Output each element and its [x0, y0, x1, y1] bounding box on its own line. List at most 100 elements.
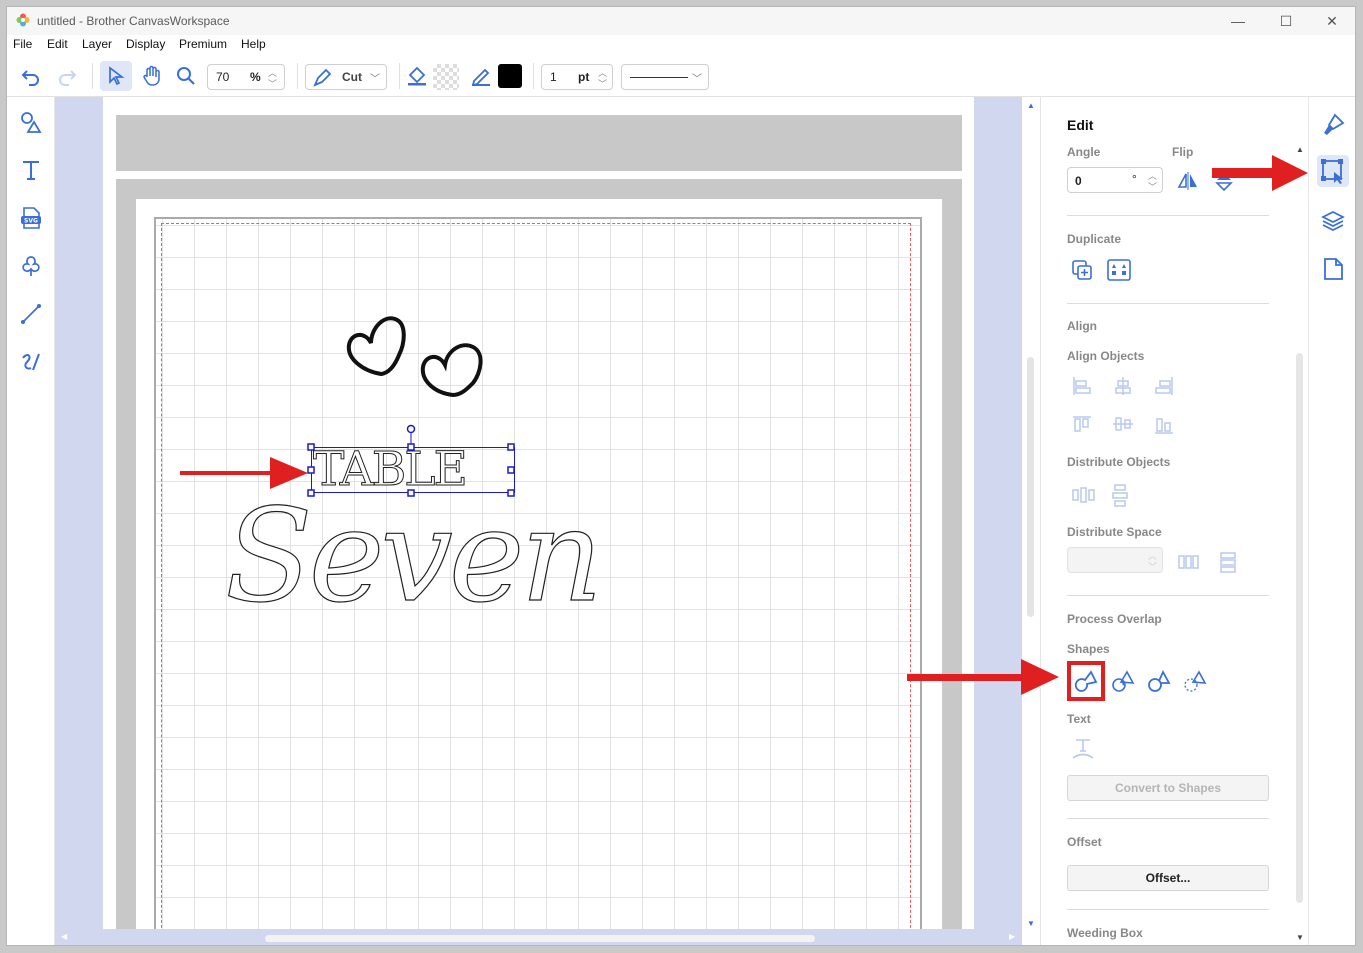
maximize-button[interactable]: ☐ — [1266, 10, 1306, 32]
duplicate-button[interactable] — [1071, 259, 1093, 286]
pen-icon — [471, 68, 490, 87]
line-color-tool-button[interactable] — [469, 64, 493, 88]
fill-tool-button[interactable] — [405, 64, 429, 88]
distribute-objects-buttons[interactable] — [1071, 483, 1141, 507]
distribute-space-label: Distribute Space — [1067, 525, 1162, 539]
page-icon — [1324, 258, 1343, 280]
exclude-icon — [1112, 670, 1135, 692]
intersect-button[interactable] — [1183, 669, 1207, 698]
scroll-right-icon[interactable]: ▶ — [1009, 932, 1015, 941]
cut-mode-select[interactable]: Cut ﹀ — [305, 64, 387, 90]
svg-import-button[interactable]: SVG — [18, 205, 44, 231]
minimize-button[interactable]: — — [1218, 10, 1258, 32]
line-style-select[interactable]: ﹀ — [621, 64, 709, 90]
pattern-tool-button[interactable] — [18, 253, 44, 279]
mat-header-strip — [116, 115, 962, 171]
flip-horizontal-button[interactable] — [1177, 171, 1199, 196]
svg-import-icon: SVG — [21, 207, 41, 229]
text-label: Text — [1067, 712, 1091, 726]
menu-edit[interactable]: Edit — [47, 37, 68, 51]
zoom-tool-button[interactable] — [173, 63, 199, 89]
convert-to-shapes-button[interactable]: Convert to Shapes — [1067, 775, 1269, 801]
undo-button[interactable] — [19, 65, 43, 89]
chevron-down-icon: ﹀ — [692, 74, 702, 85]
subtract-button[interactable] — [1147, 669, 1171, 698]
zoom-input[interactable]: 70 % ︿ ﹀ — [207, 64, 285, 90]
offset-button[interactable]: Offset... — [1067, 865, 1269, 891]
toolbar-separator — [399, 63, 400, 89]
weld-button[interactable] — [1067, 661, 1105, 701]
pan-tool-button[interactable] — [139, 63, 165, 89]
magnifier-icon — [177, 67, 195, 85]
hearts-shape[interactable] — [341, 309, 501, 409]
line-width-value: 1 — [550, 70, 557, 84]
align-label: Align — [1067, 319, 1097, 333]
duplicate-grid-icon — [1107, 259, 1131, 281]
duplicate-grid-button[interactable] — [1107, 259, 1131, 286]
align-buttons[interactable] — [1071, 375, 1191, 437]
layers-panel-button[interactable] — [1319, 207, 1347, 235]
text-icon — [23, 161, 39, 180]
panel-scroll-up-icon[interactable]: ▲ — [1296, 145, 1304, 154]
page-panel-button[interactable] — [1319, 255, 1347, 283]
left-tool-bar: SVG — [7, 97, 55, 945]
scroll-up-icon[interactable]: ▲ — [1027, 101, 1035, 110]
flip-vertical-icon — [1215, 173, 1233, 192]
panel-heading: Edit — [1067, 117, 1094, 133]
panel-scroll-down-icon[interactable]: ▼ — [1296, 933, 1304, 942]
text-tool-button[interactable] — [18, 157, 44, 183]
edit-panel-button[interactable] — [1317, 155, 1349, 187]
hand-icon — [143, 65, 160, 86]
menu-file[interactable]: File — [13, 37, 32, 51]
redo-icon — [59, 70, 77, 86]
menu-layer[interactable]: Layer — [82, 37, 112, 51]
angle-value: 0 — [1075, 174, 1082, 188]
edit-transform-icon — [1321, 159, 1343, 184]
stepper-down-icon[interactable]: ﹀ — [1148, 180, 1157, 193]
line-color-swatch[interactable] — [498, 64, 522, 88]
scroll-down-icon[interactable]: ▼ — [1027, 919, 1035, 928]
horizontal-scroll-thumb[interactable] — [265, 935, 815, 942]
fill-color-swatch[interactable] — [433, 64, 459, 90]
stepper-down-icon[interactable]: ﹀ — [268, 77, 277, 90]
stepper-down-icon[interactable]: ﹀ — [1148, 560, 1157, 573]
text-on-path-button[interactable] — [1071, 737, 1095, 766]
align-objects-label: Align Objects — [1067, 349, 1145, 363]
redo-button[interactable] — [55, 65, 79, 89]
menu-help[interactable]: Help — [241, 37, 266, 51]
select-tool-button[interactable] — [100, 61, 132, 91]
shapes-label: Shapes — [1067, 642, 1110, 656]
section-divider — [1067, 215, 1269, 216]
canvas-area[interactable]: TABLE Seven — [55, 97, 1040, 945]
menu-display[interactable]: Display — [126, 37, 165, 51]
style-panel-button[interactable] — [1319, 111, 1347, 139]
distribute-space-input[interactable]: ︿ ﹀ — [1067, 547, 1163, 573]
text-on-path-icon — [1072, 739, 1094, 759]
menu-premium[interactable]: Premium — [179, 37, 227, 51]
app-window: untitled - Brother CanvasWorkspace — ☐ ✕… — [6, 6, 1356, 946]
pattern-icon — [22, 256, 40, 276]
line-tool-button[interactable] — [18, 301, 44, 327]
horizontal-scrollbar[interactable]: ◀ ▶ — [55, 929, 1022, 945]
title-bar: untitled - Brother CanvasWorkspace — ☐ ✕ — [7, 7, 1355, 35]
zoom-value: 70 — [216, 70, 230, 84]
stepper-down-icon[interactable]: ﹀ — [598, 77, 607, 90]
scroll-left-icon[interactable]: ◀ — [61, 932, 67, 941]
line-icon — [21, 304, 41, 324]
distribute-space-buttons[interactable] — [1177, 551, 1247, 575]
vertical-scrollbar[interactable]: ▲ ▼ — [1022, 97, 1040, 945]
exclude-button[interactable] — [1111, 669, 1135, 698]
blade-icon — [313, 68, 332, 87]
freehand-tool-button[interactable] — [18, 349, 44, 375]
panel-scroll-thumb[interactable] — [1296, 353, 1303, 903]
undo-icon — [21, 70, 39, 86]
seven-text[interactable]: Seven — [224, 481, 603, 632]
vertical-scroll-thumb[interactable] — [1027, 357, 1034, 617]
line-width-input[interactable]: 1 pt ︿ ﹀ — [541, 64, 613, 90]
angle-input[interactable]: 0 ° ︿ ﹀ — [1067, 167, 1163, 193]
flip-vertical-button[interactable] — [1213, 171, 1235, 196]
shapes-tool-button[interactable] — [18, 109, 44, 135]
chevron-down-icon: ﹀ — [370, 74, 380, 85]
section-divider — [1067, 909, 1269, 910]
close-button[interactable]: ✕ — [1312, 10, 1352, 32]
